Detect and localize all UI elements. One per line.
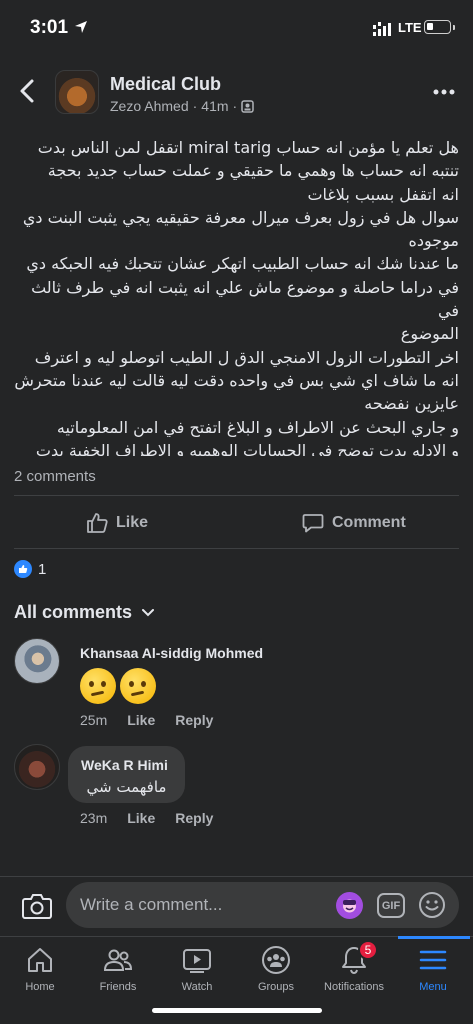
watch-icon [183,949,211,973]
post-text-line: الموضوع [400,324,459,344]
commenter-name[interactable]: WeKa R Himi [81,757,168,773]
privacy-group-icon [241,99,254,113]
nav-watch[interactable]: Watch [157,945,237,993]
group-name[interactable]: Medical Club [110,74,221,95]
comment-count[interactable]: 2 comments [14,468,96,485]
groups-icon [262,946,290,974]
battery-icon [424,20,451,34]
home-icon [28,948,52,972]
like-icon [87,513,108,533]
comment-content: 🤔🤔 [80,668,156,704]
thinking-face-icon [80,668,116,704]
author-name[interactable]: Zezo Ahmed [110,98,189,114]
avatar-sticker-icon[interactable] [336,892,363,919]
post-body: هل تعلم يا مؤمن انه حساب miral tarig اتق… [0,126,473,483]
post-text-line: ما عندنا شك انه حساب الطبيب اتهكر عشان ت… [26,254,459,274]
notification-badge: 5 [358,940,378,960]
menu-icon [419,950,447,970]
post-text-line: سوال هل في زول بعرف ميرال معرفة حقيقيه ي… [22,207,459,227]
group-avatar[interactable] [55,70,99,114]
nav-friends-label: Friends [99,981,137,993]
comment-bubble: WeKa R Himi مافهمت شي [68,746,185,803]
post-header: Medical Club Zezo Ahmed · 41m · [0,56,473,126]
divider [14,548,459,549]
status-time: 3:01 [30,17,69,38]
like-label: Like [116,514,149,531]
comment-like-button[interactable]: Like [127,810,155,826]
divider [14,495,459,496]
nav-groups-label: Groups [257,981,295,993]
nav-home-label: Home [25,981,55,993]
nav-groups[interactable]: Groups [236,945,316,993]
comment-time: 25m [80,712,108,728]
active-tab-indicator [398,936,470,939]
post-text-line: هل تعلم يا مؤمن انه حساب miral tarig اتق… [37,138,459,157]
avatar[interactable] [14,638,60,684]
nav-home[interactable]: Home [0,945,80,993]
comment-label: Comment [332,514,406,531]
author-line: Zezo Ahmed · 41m · [110,98,254,114]
nav-notifications-label: Notifications [324,981,384,993]
comment-like-button[interactable]: Like [127,712,155,728]
comment-filter-dropdown[interactable]: All comments [14,602,155,623]
like-reaction-icon [14,560,32,578]
comment-text: مافهمت شي [86,778,167,796]
back-icon[interactable] [16,78,38,104]
reactions-summary[interactable]: 1 [14,560,46,578]
comment-meta: 23m Like Reply [80,810,213,826]
location-arrow-icon [75,21,87,33]
commenter-name[interactable]: Khansaa Al-siddig Mohmed [80,645,263,661]
post-text-line: انه اتقفل بسبب بلاغات [307,184,459,204]
like-button[interactable]: Like [86,508,148,538]
thinking-face-icon [120,668,156,704]
comment-filter-label: All comments [14,602,133,622]
emoji-picker-icon[interactable] [418,891,446,919]
battery-tip [453,25,455,30]
chevron-down-icon [142,608,155,616]
comment-icon [302,514,324,533]
post-text-line: انه ما شاف اي شي بس في واحده دقت ليه قال… [14,370,459,390]
post-text: هل تعلم يا مؤمن انه حساب miral tarig اتق… [14,136,459,485]
status-bar: 3:01 LTE [0,0,473,56]
separator-dot: · [192,98,198,114]
post-text-line: في دراما حاصلة و موضوع ماش علي انه يثبت … [31,277,459,321]
nav-friends[interactable]: Friends [78,945,158,993]
post-text-line: و جاري البحث عن الاطراف و البلاغ اتفتح ف… [56,417,459,437]
comment-reply-button[interactable]: Reply [175,712,213,728]
friends-icon [103,949,133,971]
nav-menu-label: Menu [419,981,447,993]
comment-meta: 25m Like Reply [80,712,213,728]
reaction-count: 1 [38,560,47,578]
nav-notifications[interactable]: Notifications [314,945,394,993]
home-indicator [152,1008,322,1013]
avatar[interactable] [14,744,60,790]
gif-icon[interactable]: GIF [377,893,405,918]
comment-emoji-text: 🤔🤔 [80,668,81,669]
battery-level [427,23,433,30]
signal-icon [373,22,391,36]
more-options-icon[interactable] [433,89,455,95]
post-text-line: موجوده [408,231,460,251]
separator-dot: · [232,98,238,114]
network-type: LTE [398,20,422,35]
post-text-line: تنتبه انه حساب ها وهمي ما حقيقي و عملت ح… [47,161,459,181]
nav-menu[interactable]: Menu [393,945,473,993]
post-text-line: اخر التطورات الزول الامنجي الدق ل الطيب … [34,347,459,367]
comment-reply-button[interactable]: Reply [175,810,213,826]
post-time: 41m [201,98,229,114]
comment-button[interactable]: Comment [302,508,406,538]
nav-watch-label: Watch [181,981,213,993]
camera-icon[interactable] [22,893,52,919]
comment-time: 23m [80,810,108,826]
post-text-line: عايزين نفضحه [364,394,459,414]
